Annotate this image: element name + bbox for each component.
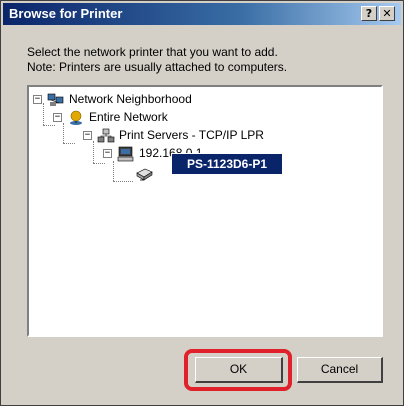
- network-neighborhood-icon: [47, 93, 64, 106]
- tree-item-print-servers[interactable]: − Print Servers - TCP/IP LPR: [29, 127, 359, 145]
- instruction-text: Select the network printer that you want…: [27, 45, 287, 75]
- printer-tree-view[interactable]: − Network Neighborhood − Entire Network …: [27, 85, 383, 337]
- cancel-button[interactable]: Cancel: [297, 357, 383, 383]
- tree-item-entire-network[interactable]: − Entire Network: [29, 109, 329, 127]
- ok-button-highlight-annotation: [184, 349, 292, 391]
- selected-printer-label[interactable]: PS-1123D6-P1: [171, 153, 283, 175]
- tree-item-label: Print Servers - TCP/IP LPR: [119, 128, 264, 142]
- tree-item-label: Entire Network: [89, 110, 168, 124]
- dialog-title: Browse for Printer: [9, 6, 123, 21]
- collapse-icon[interactable]: −: [53, 113, 62, 122]
- globe-network-icon: [70, 110, 82, 125]
- collapse-icon[interactable]: −: [103, 149, 112, 158]
- tree-item-label: Network Neighborhood: [69, 92, 192, 106]
- computer-icon: [117, 146, 134, 162]
- instruction-line-2: Note: Printers are usually attached to c…: [27, 60, 288, 74]
- collapse-icon[interactable]: −: [83, 131, 92, 140]
- title-bar[interactable]: Browse for Printer ? ✕: [3, 3, 401, 25]
- print-server-group-icon: [97, 128, 115, 143]
- tree-connector: [113, 181, 133, 182]
- printer-icon: [136, 168, 153, 181]
- collapse-icon[interactable]: −: [33, 95, 42, 104]
- tree-item-network-neighborhood[interactable]: − Network Neighborhood: [29, 91, 329, 109]
- close-button[interactable]: ✕: [379, 6, 395, 21]
- help-button[interactable]: ?: [361, 6, 377, 21]
- browse-for-printer-dialog: Browse for Printer ? ✕ Select the networ…: [0, 0, 404, 406]
- instruction-line-1: Select the network printer that you want…: [27, 45, 278, 59]
